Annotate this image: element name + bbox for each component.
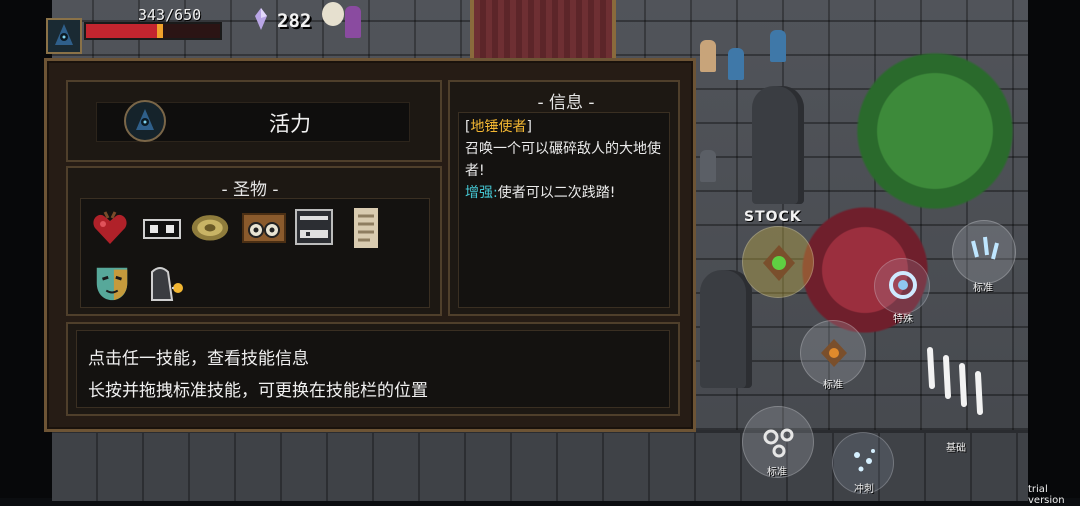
basic-attack-label: 基础	[946, 443, 966, 454]
golden-disc-relic-icon[interactable]	[190, 206, 230, 246]
special-skill-label: 特殊	[893, 314, 913, 325]
dash-label: 冲刺	[854, 484, 874, 495]
gem-count: 282	[277, 10, 312, 32]
skill-info-text: [地锤使者] 召唤一个可以碾碎敌人的大地使者! 增强:使者可以二次践踏!	[465, 116, 665, 204]
npc-ghost	[322, 2, 344, 26]
stock-skill-button[interactable]	[742, 226, 814, 298]
class-name: 活力	[269, 112, 311, 136]
basic-attack-button[interactable]	[910, 336, 996, 432]
ice-shards-icon	[971, 236, 999, 260]
health-bar-cap	[157, 24, 163, 38]
hint-line: 长按并拖拽标准技能，可更换在技能栏的位置	[88, 381, 428, 401]
hint-line: 点击任一技能，查看技能信息	[88, 349, 309, 369]
boost-text: 使者可以二次践踏!	[497, 185, 616, 201]
stone-statue	[752, 86, 804, 204]
wooden-goggles-chest-relic-icon[interactable]	[240, 206, 288, 246]
gem-icon	[255, 8, 267, 30]
hooded-wizard-icon	[136, 109, 154, 130]
health-bar	[84, 22, 222, 40]
relics-title: - 圣物 -	[221, 180, 279, 200]
stock-label: STOCK	[744, 209, 802, 225]
info-title: - 信息 -	[537, 93, 595, 113]
black-cassette-relic-icon[interactable]	[142, 208, 182, 248]
red-heart-relic-icon[interactable]	[90, 208, 130, 248]
screen-edge-right	[1028, 0, 1080, 498]
claw-slash-icon	[927, 347, 983, 415]
iron-vault-relic-icon[interactable]	[294, 206, 334, 246]
npc	[728, 48, 744, 80]
health-bar-fill	[86, 24, 157, 38]
standard-skill-button[interactable]	[952, 220, 1016, 284]
special-skill-button[interactable]	[874, 258, 930, 314]
standard-skill-label: 标准	[823, 380, 843, 391]
npc-knight	[700, 150, 716, 182]
player-portrait	[46, 18, 82, 54]
skill-description: 召唤一个可以碾碎敌人的大地使者!	[465, 141, 661, 179]
standard-skill-label: 标准	[767, 467, 787, 478]
npc	[700, 40, 716, 72]
bracket-close: ]	[526, 119, 532, 135]
green-mask-relic-icon[interactable]	[92, 262, 132, 302]
boost-label: 增强:	[465, 185, 498, 201]
earth-gem-icon	[763, 245, 795, 281]
standard-skill-label: 标准	[973, 283, 993, 294]
wind-spiral-icon	[889, 271, 917, 299]
skill-name: 地锤使者	[470, 119, 527, 135]
npc	[770, 30, 786, 62]
red-carpet	[470, 0, 616, 60]
npc	[345, 6, 361, 38]
dark-cloak-lantern-relic-icon[interactable]	[142, 262, 186, 302]
hooded-wizard-icon	[55, 24, 73, 45]
bone-scroll-relic-icon[interactable]	[348, 204, 384, 252]
class-icon[interactable]	[124, 100, 166, 142]
trial-watermark: trial version	[1028, 484, 1065, 506]
health-text: 343/650	[138, 6, 202, 24]
